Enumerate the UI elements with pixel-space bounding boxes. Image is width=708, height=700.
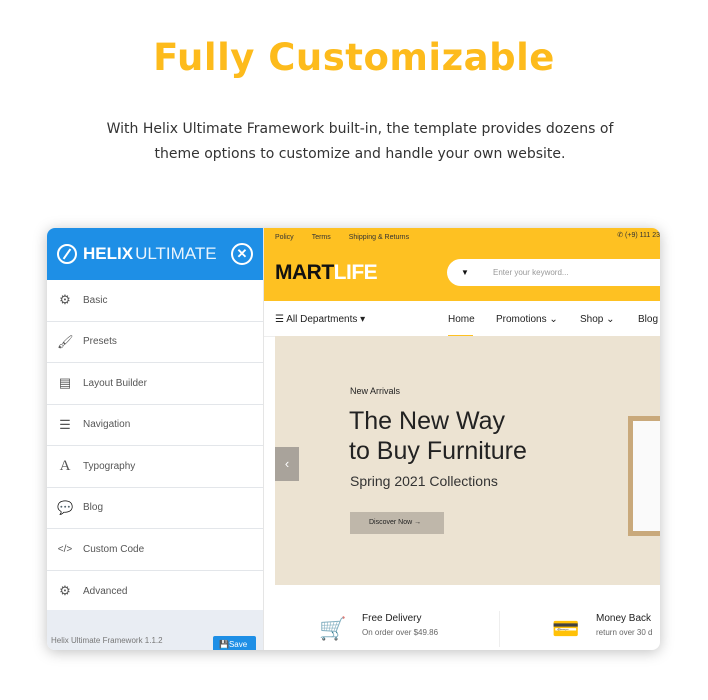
phone-number: (+9) 111 23 xyxy=(625,232,660,239)
nav-promotions[interactable]: Promotions ⌄ xyxy=(496,314,558,325)
sidebar-item-presets[interactable]: 🖌 Presets xyxy=(47,322,263,363)
credit-card-lock-icon: 💳 xyxy=(552,616,580,641)
logo-light: LIFE xyxy=(333,261,378,284)
nav-label: Promotions xyxy=(496,314,547,325)
sidebar-item-custom-code[interactable]: </> Custom Code xyxy=(47,529,263,571)
item-label: Custom Code xyxy=(83,543,145,555)
layout-icon: ▤ xyxy=(58,375,72,391)
comments-icon: 💬 xyxy=(57,499,74,515)
all-departments[interactable]: ☰ All Departments ▾ xyxy=(275,314,365,325)
brush-icon: 🖌 xyxy=(57,333,74,349)
screenshot-window: HELIX ULTIMATE ✕ ⚙ Basic 🖌 Presets ▤ Layout… xyxy=(47,228,660,650)
brand-light: ULTIMATE xyxy=(135,244,217,263)
hero-title-line: to Buy Furniture xyxy=(349,437,527,465)
item-label: Presets xyxy=(83,336,117,348)
version-text: Helix Ultimate Framework 1.1.2 xyxy=(51,636,163,645)
gear-icon: ⚙ xyxy=(59,583,71,599)
topbar-link[interactable]: Policy xyxy=(275,234,294,241)
logo-dark: MART xyxy=(275,261,334,284)
item-label: Navigation xyxy=(83,419,131,431)
divider xyxy=(499,611,500,647)
caret-down-icon[interactable]: ▼ xyxy=(461,268,469,277)
topbar-link[interactable]: Shipping & Returns xyxy=(349,234,409,241)
helix-logo-icon xyxy=(57,244,77,264)
phone: ✆ (+9) 111 23 xyxy=(617,231,660,239)
feature-free-delivery: Free Delivery On order over $49.86 xyxy=(362,613,438,637)
helix-sidebar: HELIX ULTIMATE ✕ ⚙ Basic 🖌 Presets ▤ Layout… xyxy=(47,228,264,650)
list-icon: ☰ xyxy=(59,416,71,432)
main-nav: ☰ All Departments ▾ Home Promotions ⌄ Sh… xyxy=(264,301,660,337)
menu-icon: ☰ xyxy=(275,314,287,325)
site-preview: Policy Terms Shipping & Returns ✆ (+9) 1… xyxy=(264,228,660,650)
save-icon: 💾 xyxy=(219,640,229,649)
hero-title: The New Way to Buy Furniture xyxy=(349,406,527,466)
item-label: Basic xyxy=(83,294,108,306)
code-icon: </> xyxy=(57,543,73,555)
nav-shop[interactable]: Shop ⌄ xyxy=(580,314,615,325)
topbar: Policy Terms Shipping & Returns xyxy=(264,228,660,246)
topbar-link[interactable]: Terms xyxy=(312,234,331,241)
hero-subtitle: Spring 2021 Collections xyxy=(350,473,498,489)
sidebar-item-layout-builder[interactable]: ▤ Layout Builder xyxy=(47,363,263,405)
site-logo[interactable]: MARTLIFE xyxy=(275,261,378,285)
nav-home[interactable]: Home xyxy=(448,314,475,325)
sidebar-item-blog[interactable]: 💬 Blog xyxy=(47,488,263,529)
feature-title: Money Back xyxy=(596,613,652,624)
item-label: Layout Builder xyxy=(83,377,147,389)
button-label: Discover Now xyxy=(369,519,413,526)
sidebar-item-advanced[interactable]: ⚙ Advanced xyxy=(47,571,263,613)
item-label: Advanced xyxy=(83,585,128,597)
easel-image xyxy=(628,416,660,536)
feature-text: return over 30 d xyxy=(596,628,653,637)
nav-label: Shop xyxy=(580,314,604,325)
sidebar-item-basic[interactable]: ⚙ Basic xyxy=(47,280,263,322)
site-header: Policy Terms Shipping & Returns ✆ (+9) 1… xyxy=(264,228,660,301)
nav-blog[interactable]: Blog xyxy=(638,314,658,325)
hero-title-line: The New Way xyxy=(349,407,506,435)
font-icon: A xyxy=(59,457,71,474)
hero-kicker: New Arrivals xyxy=(350,386,401,396)
sidebar-item-navigation[interactable]: ☰ Navigation xyxy=(47,405,263,446)
feature-money-back: Money Back return over 30 d xyxy=(596,613,652,637)
description: With Helix Ultimate Framework built-in, … xyxy=(106,121,614,162)
phone-icon: ✆ xyxy=(617,232,626,239)
search-input[interactable]: ▼ Enter your keyword... xyxy=(447,259,660,286)
delivery-cart-icon: 🛒 xyxy=(319,616,347,641)
brand-bold: HELIX xyxy=(83,244,134,263)
save-label: Save xyxy=(228,640,248,649)
search-placeholder: Enter your keyword... xyxy=(493,268,569,277)
page-title: Fully Customizable xyxy=(153,36,555,79)
prev-slide-button[interactable]: ‹ xyxy=(275,447,299,481)
save-button[interactable]: 💾Save xyxy=(213,636,256,650)
sidebar-item-typography[interactable]: A Typography xyxy=(47,446,263,488)
sidebar-footer: Helix Ultimate Framework 1.1.2 💾Save xyxy=(47,610,263,650)
sidebar-header: HELIX ULTIMATE ✕ xyxy=(47,228,263,280)
hero-banner: New Arrivals The New Way to Buy Furniture… xyxy=(275,336,660,585)
item-label: Typography xyxy=(83,460,136,472)
feature-text: On order over $49.86 xyxy=(362,628,439,637)
gear-icon: ⚙ xyxy=(59,292,71,308)
departments-label: All Departments xyxy=(286,314,358,325)
feature-title: Free Delivery xyxy=(362,613,422,624)
discover-button[interactable]: Discover Now → xyxy=(350,512,444,534)
item-label: Blog xyxy=(83,502,104,514)
close-icon[interactable]: ✕ xyxy=(231,243,253,265)
